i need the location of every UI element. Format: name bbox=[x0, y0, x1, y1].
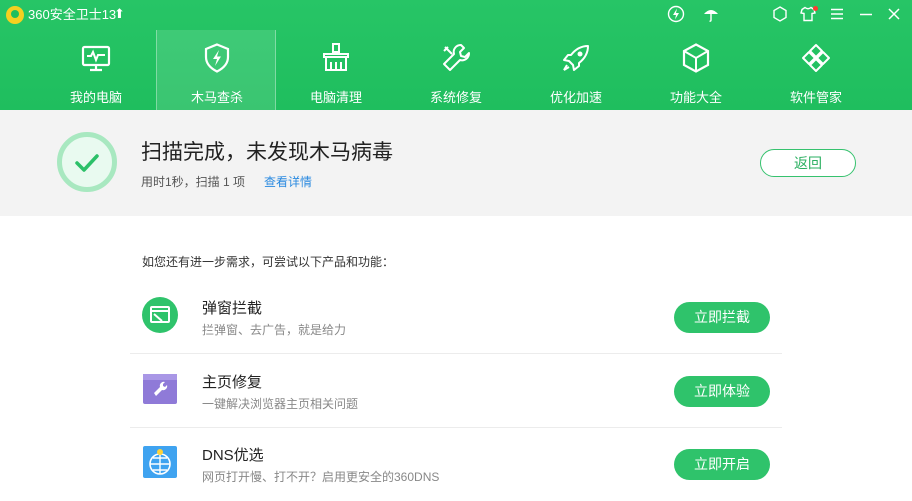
broom-icon bbox=[320, 42, 352, 74]
nav-speedup[interactable]: 优化加速 bbox=[516, 30, 636, 110]
title-bar: 360安全卫士13 ⬆ bbox=[0, 0, 912, 30]
suggestion-desc: 拦弹窗、去广告，就是给力 bbox=[202, 323, 347, 337]
enable-now-button[interactable]: 立即开启 bbox=[674, 449, 770, 480]
check-success-icon bbox=[57, 132, 117, 192]
settings-icon[interactable] bbox=[770, 5, 790, 25]
block-now-button[interactable]: 立即拦截 bbox=[674, 302, 770, 333]
scan-result-title: 扫描完成，未发现木马病毒 bbox=[141, 141, 393, 164]
nav-label: 木马查杀 bbox=[190, 90, 243, 105]
try-now-button[interactable]: 立即体验 bbox=[674, 376, 770, 407]
nav-my-computer[interactable]: 我的电脑 bbox=[36, 30, 156, 110]
app-logo-icon bbox=[6, 6, 24, 24]
nav-label: 我的电脑 bbox=[69, 90, 122, 105]
view-details-link[interactable]: 查看详情 bbox=[264, 173, 312, 190]
notification-dot-icon bbox=[813, 6, 818, 11]
menu-icon[interactable] bbox=[827, 5, 847, 25]
suggestion-title: DNS优选 bbox=[202, 447, 264, 464]
minimize-icon[interactable] bbox=[856, 5, 876, 25]
nav-software-manager[interactable]: 软件管家 bbox=[756, 30, 876, 110]
nav-label: 软件管家 bbox=[789, 90, 842, 105]
back-button[interactable]: 返回 bbox=[760, 149, 856, 177]
suggestion-row-popup-block: 弹窗拦截 拦弹窗、去广告，就是给力 立即拦截 bbox=[130, 281, 782, 354]
suggestion-desc: 一键解决浏览器主页相关问题 bbox=[202, 397, 359, 411]
update-arrow-icon[interactable]: ⬆ bbox=[114, 6, 125, 22]
dns-globe-icon bbox=[142, 444, 178, 480]
nav-label: 优化加速 bbox=[549, 90, 602, 105]
flash-icon[interactable] bbox=[666, 5, 686, 25]
popup-block-icon bbox=[142, 297, 178, 333]
app-title: 360安全卫士13 bbox=[28, 7, 117, 22]
umbrella-icon[interactable] bbox=[701, 5, 721, 25]
scan-status-panel: 扫描完成，未发现木马病毒 用时1秒，扫描 1 项 查看详情 返回 bbox=[0, 110, 912, 216]
suggestion-row-homepage-repair: 主页修复 一键解决浏览器主页相关问题 立即体验 bbox=[130, 355, 782, 428]
suggestions-hint: 如您还有进一步需求，可尝试以下产品和功能： bbox=[142, 255, 395, 269]
suggestion-title: 弹窗拦截 bbox=[202, 300, 263, 317]
homepage-repair-icon bbox=[142, 371, 178, 407]
suggestion-row-dns: DNS优选 网页打开慢、打不开？启用更安全的360DNS 立即开启 bbox=[130, 428, 782, 501]
rocket-icon bbox=[560, 42, 592, 74]
close-icon[interactable] bbox=[884, 5, 904, 25]
wrench-icon bbox=[440, 42, 472, 74]
suggestion-desc: 网页打开慢、打不开？启用更安全的360DNS bbox=[202, 470, 440, 484]
scan-result-subtitle: 用时1秒，扫描 1 项 bbox=[141, 175, 246, 189]
nav-features[interactable]: 功能大全 bbox=[636, 30, 756, 110]
monitor-icon bbox=[80, 42, 112, 74]
nav-trojan-scan[interactable]: 木马查杀 bbox=[156, 30, 276, 110]
apps-icon bbox=[800, 42, 832, 74]
nav-label: 系统修复 bbox=[429, 90, 482, 105]
nav-cleanup[interactable]: 电脑清理 bbox=[276, 30, 396, 110]
header-bar: 360安全卫士13 ⬆ 我的电脑 木马查杀 电脑清理 系统修复 优化加速 功能大… bbox=[0, 0, 912, 110]
shield-bolt-icon bbox=[201, 42, 233, 74]
nav-label: 功能大全 bbox=[669, 90, 722, 105]
nav-system-repair[interactable]: 系统修复 bbox=[396, 30, 516, 110]
cube-icon bbox=[680, 42, 712, 74]
suggestion-title: 主页修复 bbox=[202, 374, 263, 391]
nav-label: 电脑清理 bbox=[309, 90, 362, 105]
